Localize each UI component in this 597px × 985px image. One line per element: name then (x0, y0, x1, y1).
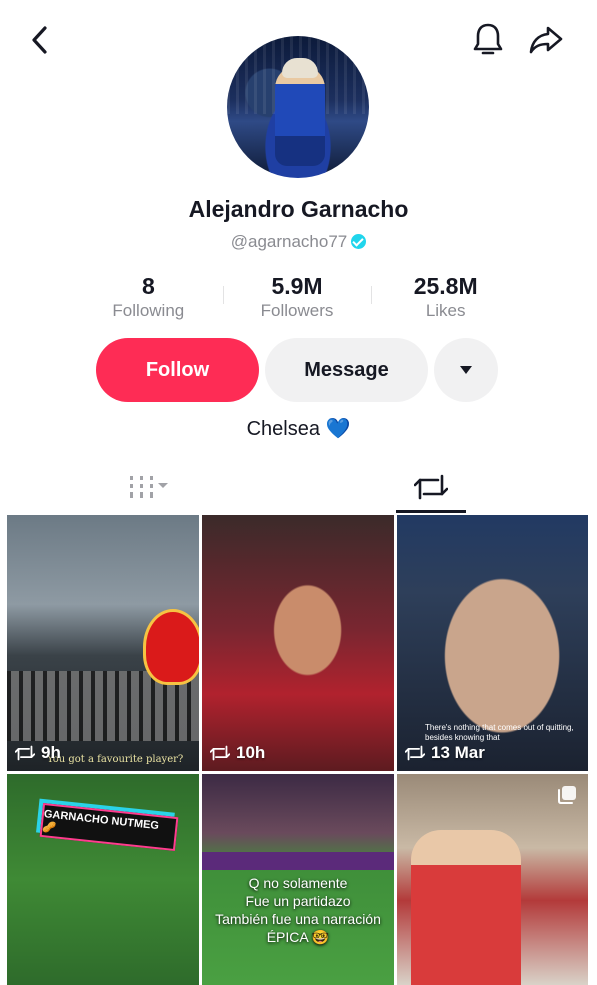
chevron-left-icon (32, 26, 47, 54)
tab-reposts[interactable] (396, 462, 466, 512)
stat-label: Likes (425, 301, 466, 320)
back-button[interactable] (22, 22, 58, 58)
video-grid: You got a favourite player? 9h 10h There… (7, 515, 588, 985)
repost-time: 10h (236, 743, 266, 762)
repost-icon (405, 745, 425, 761)
video-caption: There's nothing that comes out of quitti… (425, 723, 574, 742)
profile-name: Alejandro Garnacho (188, 196, 409, 222)
share-arrow-icon (529, 26, 563, 54)
stat-value: 8 (141, 273, 155, 299)
caret-down-icon (460, 366, 472, 374)
repost-time: 9h (41, 743, 61, 762)
club-crest (143, 609, 199, 685)
stat-divider (223, 286, 224, 304)
bell-icon (473, 23, 503, 55)
repost-meta: 10h (210, 743, 265, 763)
verified-badge-icon (351, 234, 367, 249)
stat-likes[interactable]: 25.8M Likes (371, 272, 520, 324)
profile-tabs (0, 462, 597, 514)
stat-divider (371, 286, 372, 304)
video-thumbnail[interactable] (397, 774, 588, 985)
profile-handle: @agarnacho77 (0, 232, 597, 252)
repost-time: 13 Mar (431, 743, 485, 762)
profile-bio: Chelsea 💙 (246, 418, 351, 440)
ad-board (202, 852, 394, 870)
message-button[interactable]: Message (265, 338, 428, 402)
stat-label: Followers (260, 301, 334, 320)
stat-value: 5.9M (271, 273, 323, 299)
repost-icon (414, 474, 448, 500)
notification-bell-button[interactable] (468, 20, 508, 60)
stat-followers[interactable]: 5.9M Followers (223, 272, 372, 324)
video-thumbnail[interactable]: You got a favourite player? 9h (7, 515, 199, 771)
stat-value: 25.8M (413, 273, 478, 299)
avatar[interactable] (227, 36, 369, 178)
active-tab-indicator (396, 510, 466, 513)
more-options-button[interactable] (434, 338, 498, 402)
video-thumbnail[interactable]: 10h (202, 515, 394, 771)
tab-videos[interactable] (100, 462, 200, 512)
repost-icon (210, 745, 230, 761)
videos-grid-icon (130, 476, 168, 498)
stat-following[interactable]: 8 Following (74, 272, 223, 324)
repost-meta: 13 Mar (405, 743, 485, 763)
profile-stats: 8 Following 5.9M Followers 25.8M Likes (74, 272, 520, 324)
follow-button[interactable]: Follow (96, 338, 259, 402)
video-thumbnail[interactable]: Q no solamente Fue un partidazo También … (202, 774, 394, 985)
stat-label: Following (112, 301, 185, 320)
video-thumbnail[interactable]: There's nothing that comes out of quitti… (397, 515, 588, 771)
share-button[interactable] (524, 20, 568, 60)
video-caption: GARNACHO NUTMEG 🥜 (39, 802, 179, 852)
video-thumbnail[interactable]: GARNACHO NUTMEG 🥜 (7, 774, 199, 985)
handle-text: @agarnacho77 (230, 232, 348, 251)
repost-meta: 9h (15, 743, 61, 763)
video-caption: Q no solamente Fue un partidazo También … (215, 875, 381, 945)
repost-icon (15, 745, 35, 761)
video-caption: You got a favourite player? (47, 754, 184, 765)
multiple-photos-icon (558, 786, 576, 804)
